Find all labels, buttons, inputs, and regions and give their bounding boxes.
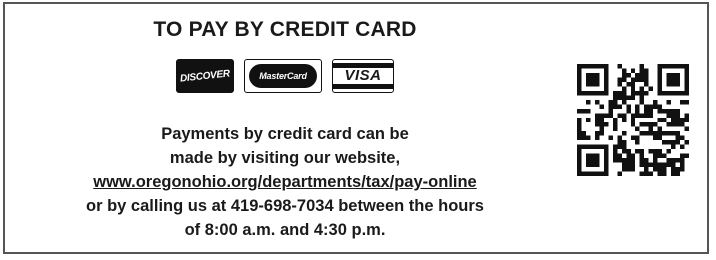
visa-logo: VISA bbox=[332, 59, 394, 93]
payment-info: TO PAY BY CREDIT CARD DISCOVER MasterCar… bbox=[5, 4, 565, 252]
payment-website-link[interactable]: www.oregonohio.org/departments/tax/pay-o… bbox=[5, 170, 565, 194]
payment-instructions: Payments by credit card can be made by v… bbox=[5, 122, 565, 242]
qr-code-icon[interactable] bbox=[577, 64, 689, 176]
card-logos: DISCOVER MasterCard VISA bbox=[5, 59, 565, 93]
instructions-line-4: of 8:00 a.m. and 4:30 p.m. bbox=[184, 221, 386, 239]
mastercard-logo: MasterCard bbox=[244, 59, 322, 93]
discover-logo-text: DISCOVER bbox=[179, 67, 231, 85]
panel-title: TO PAY BY CREDIT CARD bbox=[153, 18, 417, 41]
visa-logo-text: VISA bbox=[344, 67, 382, 84]
mastercard-logo-text: MasterCard bbox=[259, 71, 307, 81]
credit-card-payment-panel: TO PAY BY CREDIT CARD DISCOVER MasterCar… bbox=[3, 2, 709, 254]
instructions-line-3: or by calling us at 419-698-7034 between… bbox=[86, 197, 484, 215]
instructions-line-1: Payments by credit card can be bbox=[161, 125, 409, 143]
discover-logo: DISCOVER bbox=[176, 59, 234, 93]
mastercard-pill: MasterCard bbox=[249, 64, 317, 88]
instructions-line-2: made by visiting our website, bbox=[169, 149, 401, 167]
visa-bottom-bar bbox=[333, 84, 393, 89]
